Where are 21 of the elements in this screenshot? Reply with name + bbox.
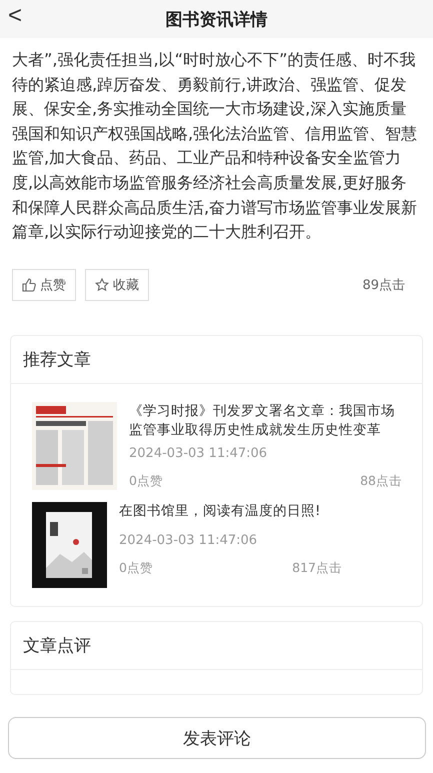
- article-item[interactable]: 《学习时报》刊发罗文署名文章：我国市场监管事业取得历史性成就发生历史性变革 2024-03-03 11:47:06 0点赞 88点击: [11, 402, 422, 490]
- article-date: 2024-03-03 11:47:06: [119, 533, 258, 548]
- article-item[interactable]: 在图书馆里，阅读有温度的日照! 2024-03-03 11:47:06 0点赞 817点击: [11, 502, 422, 588]
- section-title: 推荐文章: [11, 336, 422, 384]
- like-button[interactable]: 点赞: [12, 269, 76, 301]
- click-count: 88点击: [360, 473, 402, 490]
- like-count: 0点赞: [119, 560, 153, 577]
- section-title: 文章点评: [11, 622, 422, 670]
- back-button[interactable]: <: [8, 2, 22, 30]
- thumbs-up-icon: [22, 278, 36, 292]
- click-count: 817点击: [292, 560, 342, 577]
- article-date: 2024-03-03 11:47:06: [129, 446, 268, 461]
- page-title: 图书资讯详情: [166, 8, 268, 30]
- click-count: 89点击: [362, 277, 405, 294]
- like-count: 0点赞: [129, 473, 163, 490]
- article-title: 《学习时报》刊发罗文署名文章：我国市场监管事业取得历史性成就发生历史性变革: [129, 402, 396, 440]
- star-icon: [95, 278, 109, 292]
- article-text: 大者”,强化责任担当,以“时时放心不下”的责任感、时不我待的紧迫感,踔厉奋发、勇毅前行,讲政治、强监管、促发展、保安全,务实推动全国统一大市场建设,深入实施质量强国和知识产权强国战略,强化法治监管、信用监管、智慧监管,加大食品、药品、工业产品和特种设备安全监管力度,以高效能市场监管服务经济社会高质量发展,更好服务和保障人民群众高品质生活,奋力谱写市场监管事业发展新篇章,以实际行动迎接党的二十大胜利召开。: [12, 49, 418, 244]
- submit-comment-button[interactable]: 发表评论: [8, 717, 426, 759]
- favorite-button[interactable]: 收藏: [85, 269, 149, 301]
- article-title: 在图书馆里，阅读有温度的日照!: [119, 502, 322, 521]
